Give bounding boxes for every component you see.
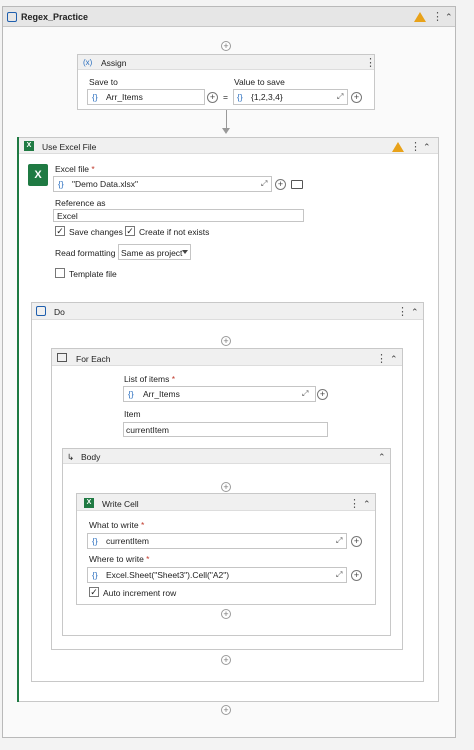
connector-arrow-icon xyxy=(222,128,230,134)
assign-title: Assign xyxy=(101,58,127,68)
required-marker: * xyxy=(91,164,95,174)
required-marker: * xyxy=(146,554,150,564)
body-arrow-icon: ↳ xyxy=(67,452,75,462)
item-value: currentItem xyxy=(126,425,169,435)
connector-line xyxy=(226,110,227,129)
excel-logo-icon: X xyxy=(28,164,48,186)
assign-more-icon[interactable]: ⋮ xyxy=(365,58,376,69)
expand-editor-icon[interactable]: ⤢ xyxy=(336,570,342,580)
collapse-icon[interactable]: ⌃ xyxy=(445,12,453,22)
add-activity-button[interactable]: + xyxy=(221,705,231,715)
body-title: Body xyxy=(81,452,101,462)
where-to-write-label-text: Where to write xyxy=(89,554,144,564)
save-to-field[interactable] xyxy=(87,89,205,105)
expand-editor-icon[interactable]: ⤢ xyxy=(302,389,308,399)
read-formatting-value: Same as project xyxy=(121,248,183,258)
reference-as-value: Excel xyxy=(57,211,78,221)
expand-editor-icon[interactable]: ⤢ xyxy=(261,179,267,189)
do-title: Do xyxy=(54,307,65,317)
braces-icon: {} xyxy=(58,179,64,189)
equals-sign: = xyxy=(223,92,228,102)
excel-scope-accent xyxy=(17,137,19,702)
do-collapse-icon[interactable]: ⌃ xyxy=(411,307,419,317)
add-activity-button[interactable]: + xyxy=(221,41,231,51)
more-options-icon[interactable]: ⋮ xyxy=(432,12,443,23)
template-file-label: Template file xyxy=(69,269,117,279)
excel-small-icon: X xyxy=(24,141,34,151)
excel-more-icon[interactable]: ⋮ xyxy=(410,142,421,153)
chevron-down-icon xyxy=(182,250,188,254)
expand-editor-icon[interactable]: ⤢ xyxy=(337,92,343,102)
body-header xyxy=(63,449,390,464)
where-add-button[interactable]: + xyxy=(351,570,362,581)
list-of-items-label: List of items * xyxy=(124,374,175,384)
for-each-title: For Each xyxy=(76,354,111,364)
do-more-icon[interactable]: ⋮ xyxy=(397,307,408,318)
for-each-more-icon[interactable]: ⋮ xyxy=(376,354,387,365)
auto-increment-label: Auto increment row xyxy=(103,588,177,598)
write-cell-more-icon[interactable]: ⋮ xyxy=(349,499,360,510)
create-if-not-exists-checkbox[interactable]: ✓ xyxy=(125,226,135,236)
save-changes-checkbox[interactable]: ✓ xyxy=(55,226,65,236)
warning-icon[interactable] xyxy=(414,12,426,22)
save-to-value: Arr_Items xyxy=(106,92,143,102)
save-to-label: Save to xyxy=(89,77,118,87)
value-to-save-label: Value to save xyxy=(234,77,285,87)
excel-collapse-icon[interactable]: ⌃ xyxy=(423,142,431,152)
save-changes-label: Save changes xyxy=(69,227,123,237)
browse-folder-icon[interactable] xyxy=(291,180,303,189)
excel-file-value: "Demo Data.xlsx" xyxy=(72,179,139,189)
reference-as-label: Reference as xyxy=(55,198,106,208)
required-marker: * xyxy=(140,520,145,530)
read-formatting-label: Read formatting xyxy=(55,248,116,258)
add-activity-button[interactable]: + xyxy=(221,609,231,619)
what-to-write-label-text: What to write xyxy=(89,520,139,530)
what-add-button[interactable]: + xyxy=(351,536,362,547)
required-marker: * xyxy=(171,374,176,384)
braces-icon: {} xyxy=(237,92,243,102)
excel-title: Use Excel File xyxy=(42,142,97,152)
sequence-icon xyxy=(36,306,46,316)
list-of-items-value: Arr_Items xyxy=(143,389,180,399)
braces-icon: {} xyxy=(92,536,98,546)
value-to-save-value: {1,2,3,4} xyxy=(251,92,283,102)
reference-as-field[interactable] xyxy=(53,209,304,222)
auto-increment-checkbox[interactable]: ✓ xyxy=(89,587,99,597)
assign-icon: (x) xyxy=(83,58,93,67)
expand-editor-icon[interactable]: ⤢ xyxy=(336,536,342,546)
body-collapse-icon[interactable]: ⌃ xyxy=(378,452,386,462)
write-cell-collapse-icon[interactable]: ⌃ xyxy=(363,499,371,509)
excel-file-label: Excel file * xyxy=(55,164,95,174)
braces-icon: {} xyxy=(92,92,98,102)
save-to-add-button[interactable]: + xyxy=(207,92,218,103)
sequence-icon xyxy=(7,12,17,22)
do-header xyxy=(32,303,423,320)
add-activity-button[interactable]: + xyxy=(221,655,231,665)
excel-file-add-button[interactable]: + xyxy=(275,179,286,190)
where-to-write-label: Where to write * xyxy=(89,554,149,564)
list-of-items-label-text: List of items xyxy=(124,374,170,384)
add-activity-button[interactable]: + xyxy=(221,482,231,492)
braces-icon: {} xyxy=(128,389,134,399)
add-activity-button[interactable]: + xyxy=(221,336,231,346)
list-add-button[interactable]: + xyxy=(317,389,328,400)
write-cell-title: Write Cell xyxy=(102,499,139,509)
for-each-collapse-icon[interactable]: ⌃ xyxy=(390,354,398,364)
create-if-not-exists-label: Create if not exists xyxy=(139,227,210,237)
excel-file-label-text: Excel file xyxy=(55,164,90,174)
for-each-icon xyxy=(57,353,67,362)
excel-small-icon: X xyxy=(84,498,94,508)
what-to-write-value: currentItem xyxy=(106,536,149,546)
what-to-write-label: What to write * xyxy=(89,520,144,530)
braces-icon: {} xyxy=(92,570,98,580)
value-add-button[interactable]: + xyxy=(351,92,362,103)
item-label: Item xyxy=(124,409,141,419)
where-to-write-value: Excel.Sheet("Sheet3").Cell("A2") xyxy=(106,570,230,580)
workflow-title: Regex_Practice xyxy=(21,12,89,22)
template-file-checkbox[interactable] xyxy=(55,268,65,278)
excel-warning-icon[interactable] xyxy=(392,142,404,152)
